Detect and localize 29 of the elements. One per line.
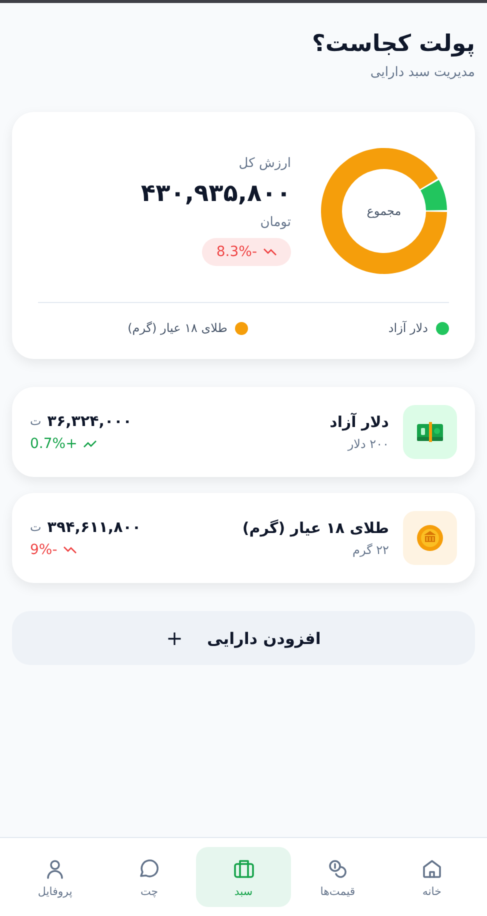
page-title: پولت کجاست؟ xyxy=(311,31,475,57)
nav-tab[interactable]: پروفایل xyxy=(8,847,102,907)
asset-name: دلار آزاد xyxy=(328,413,389,431)
nav-tab[interactable]: سبد xyxy=(196,847,291,907)
chat-bubble-icon xyxy=(137,856,162,880)
nav-tab[interactable]: چت xyxy=(102,847,196,907)
change-percent: 9%- xyxy=(30,542,58,558)
add-asset-button[interactable]: افزودن دارایی + xyxy=(12,611,475,665)
nav-tab[interactable]: قیمت‌ها xyxy=(290,847,385,907)
change-badge: 8.3%- xyxy=(202,238,291,266)
total-value: ۴۳۰,۹۳۵,۸۰۰ xyxy=(140,179,291,207)
total-label: ارزش کل xyxy=(238,156,291,171)
currency-label: تومان xyxy=(260,215,291,230)
chart-center-label: مجموع xyxy=(366,204,402,218)
banknote-icon xyxy=(416,421,444,443)
asset-amount: ۲۲ گرم xyxy=(352,543,389,557)
asset-value: ۳۹۴,۶۱۱,۸۰۰ xyxy=(47,518,142,536)
trend-down-icon xyxy=(263,247,277,257)
coin-icon xyxy=(415,523,445,553)
change-percent: 0.7%+ xyxy=(30,436,78,452)
legend-label: دلار آزاد xyxy=(388,321,428,335)
asset-value: ۳۶,۳۲۴,۰۰۰ xyxy=(47,412,132,430)
nav-tab[interactable]: خانه xyxy=(384,847,479,907)
asset-name: طلای ۱۸ عیار (گرم) xyxy=(241,519,389,537)
asset-amount: ۲۰۰ دلار xyxy=(346,437,389,451)
legend-label: طلای ۱۸ عیار (گرم) xyxy=(128,321,228,335)
currency-unit: ت xyxy=(30,414,42,428)
currency-unit: ت xyxy=(30,520,42,534)
page-subtitle: مدیریت سبد دارایی xyxy=(369,65,475,80)
